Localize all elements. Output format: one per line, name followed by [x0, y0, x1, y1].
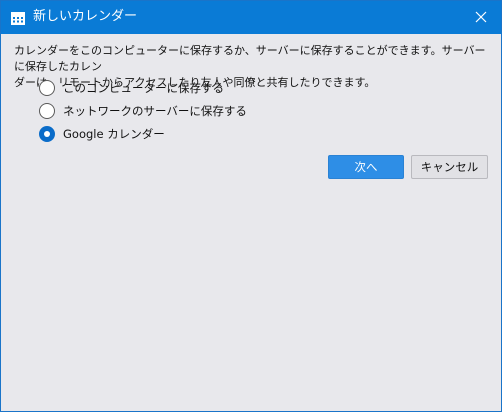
- radio-button[interactable]: [39, 103, 55, 119]
- description-line-1: カレンダーをこのコンピューターに保存するか、サーバーに保存することができます。サ…: [14, 44, 486, 73]
- radio-option-local[interactable]: このコンピューターに保存する: [39, 78, 224, 98]
- radio-option-google[interactable]: Google カレンダー: [39, 124, 165, 144]
- radio-label: このコンピューターに保存する: [63, 81, 224, 95]
- new-calendar-dialog: 新しいカレンダー カレンダーをこのコンピューターに保存するか、サーバーに保存する…: [0, 0, 502, 412]
- title-bar[interactable]: 新しいカレンダー: [1, 1, 501, 34]
- radio-label: Google カレンダー: [63, 127, 165, 141]
- next-button[interactable]: 次へ: [328, 155, 404, 179]
- radio-option-network[interactable]: ネットワークのサーバーに保存する: [39, 101, 247, 121]
- close-icon: [475, 11, 487, 23]
- window-title: 新しいカレンダー: [33, 9, 138, 24]
- radio-button-selected[interactable]: [39, 126, 55, 142]
- cancel-button[interactable]: キャンセル: [411, 155, 488, 179]
- close-button[interactable]: [461, 1, 501, 34]
- dialog-body: カレンダーをこのコンピューターに保存するか、サーバーに保存することができます。サ…: [1, 34, 501, 411]
- radio-label: ネットワークのサーバーに保存する: [63, 104, 247, 118]
- radio-button[interactable]: [39, 80, 55, 96]
- calendar-icon: [11, 10, 25, 25]
